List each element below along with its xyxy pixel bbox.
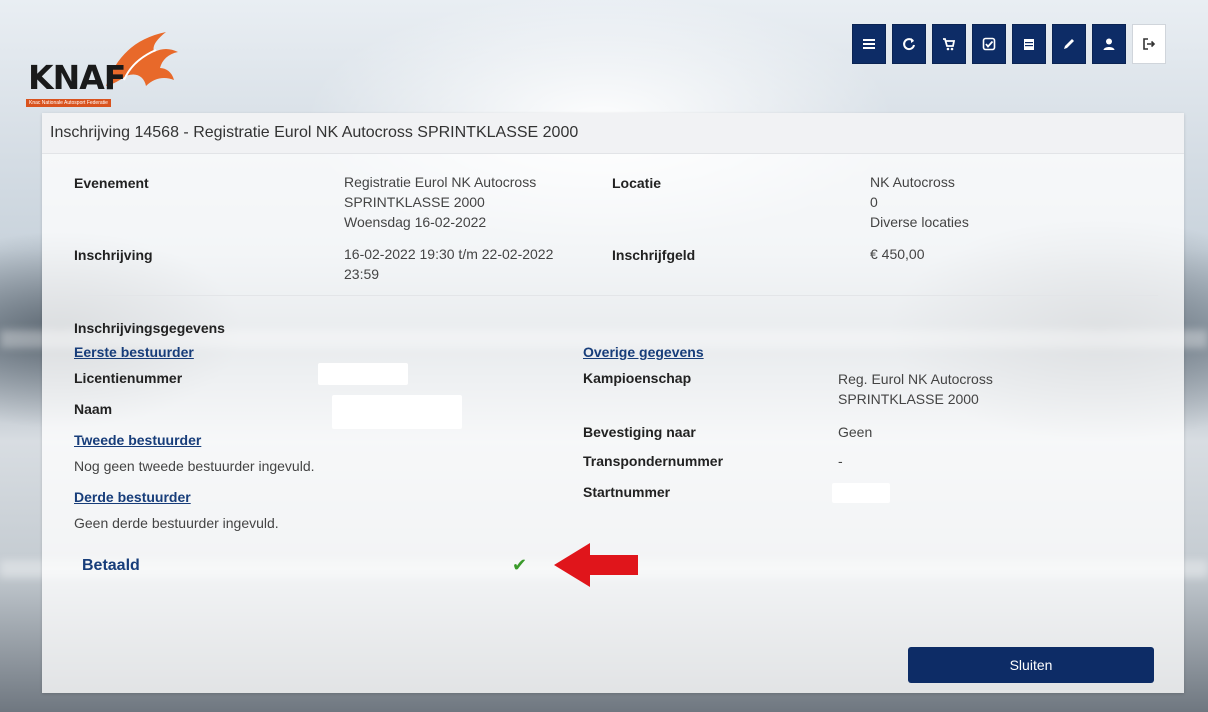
kampioenschap-value: Reg. Eurol NK Autocross SPRINTKLASSE 200… — [838, 369, 993, 409]
user-icon — [1103, 38, 1115, 50]
inschrijving-line: 16-02-2022 19:30 t/m 22-02-2022 — [344, 246, 554, 262]
evenement-line: Registratie Eurol NK Autocross — [344, 174, 537, 190]
licentienummer-label: Licentienummer — [74, 370, 183, 386]
tweede-bestuurder-text: Nog geen tweede bestuurder ingevuld. — [74, 458, 315, 474]
paid-check-icon: ✔ — [512, 555, 528, 575]
overige-gegevens-link[interactable]: Overige gegevens — [583, 344, 704, 360]
calendar-button[interactable] — [1012, 24, 1046, 64]
calendar-icon — [1024, 39, 1034, 50]
profile-button[interactable] — [1092, 24, 1126, 64]
gegevens-heading: Inschrijvingsgegevens — [74, 320, 225, 336]
locatie-line: NK Autocross — [870, 174, 955, 190]
redacted-licentienummer — [318, 363, 408, 385]
logo-wordmark: KNAF — [28, 58, 126, 97]
redacted-naam — [332, 395, 462, 429]
transponder-label: Transpondernummer — [583, 453, 724, 469]
evenement-line: SPRINTKLASSE 2000 — [344, 194, 485, 210]
list-button[interactable] — [852, 24, 886, 64]
inschrijving-label: Inschrijving — [74, 247, 153, 263]
kampioenschap-line: Reg. Eurol NK Autocross — [838, 371, 993, 387]
evenement-value: Registratie Eurol NK Autocross SPRINTKLA… — [344, 172, 536, 232]
registration-panel: Inschrijving 14568 - Registratie Eurol N… — [42, 113, 1184, 693]
tweede-bestuurder-link[interactable]: Tweede bestuurder — [74, 432, 201, 448]
kampioenschap-label: Kampioenschap — [583, 370, 692, 386]
panel-title: Inschrijving 14568 - Registratie Eurol N… — [42, 113, 1184, 154]
locatie-line: 0 — [870, 194, 878, 210]
check-badge-icon — [982, 37, 996, 51]
eerste-bestuurder-link[interactable]: Eerste bestuurder — [74, 344, 194, 360]
logo-subtitle: Knac Nationale Autosport Federatie — [26, 99, 111, 107]
red-arrow-icon — [554, 543, 638, 587]
refresh-button[interactable] — [892, 24, 926, 64]
locatie-label: Locatie — [612, 175, 662, 191]
pencil-icon — [1064, 39, 1074, 49]
locatie-value: NK Autocross 0 Diverse locaties — [870, 172, 969, 232]
cart-button[interactable] — [932, 24, 966, 64]
inschrijfgeld-value: € 450,00 — [870, 246, 925, 262]
knaf-logo[interactable]: KNAF Knac Nationale Autosport Federatie — [26, 26, 186, 107]
edit-button[interactable] — [1052, 24, 1086, 64]
derde-bestuurder-link[interactable]: Derde bestuurder — [74, 489, 191, 505]
inschrijving-value: 16-02-2022 19:30 t/m 22-02-2022 23:59 — [344, 244, 553, 284]
derde-bestuurder-text: Geen derde bestuurder ingevuld. — [74, 515, 279, 531]
close-button[interactable]: Sluiten — [908, 647, 1154, 683]
bevestiging-value: Geen — [838, 424, 873, 440]
logout-icon — [1143, 38, 1156, 50]
kampioenschap-line: SPRINTKLASSE 2000 — [838, 391, 979, 407]
betaald-label: Betaald — [82, 557, 140, 574]
naam-label: Naam — [74, 401, 113, 417]
inschrijving-line: 23:59 — [344, 266, 380, 282]
logout-button[interactable] — [1132, 24, 1166, 64]
check-badge-button[interactable] — [972, 24, 1006, 64]
list-icon — [863, 39, 875, 49]
evenement-label: Evenement — [74, 175, 149, 191]
locatie-line: Diverse locaties — [870, 214, 969, 230]
bevestiging-label: Bevestiging naar — [583, 424, 696, 440]
refresh-icon — [903, 38, 915, 51]
cart-icon — [943, 38, 956, 51]
evenement-line: Woensdag 16-02-2022 — [344, 214, 487, 230]
redacted-startnummer — [832, 483, 890, 503]
inschrijfgeld-label: Inschrijfgeld — [612, 247, 696, 263]
section-divider — [74, 295, 1158, 296]
transponder-value: - — [838, 453, 843, 469]
top-toolbar — [852, 24, 1166, 64]
startnummer-label: Startnummer — [583, 484, 671, 500]
